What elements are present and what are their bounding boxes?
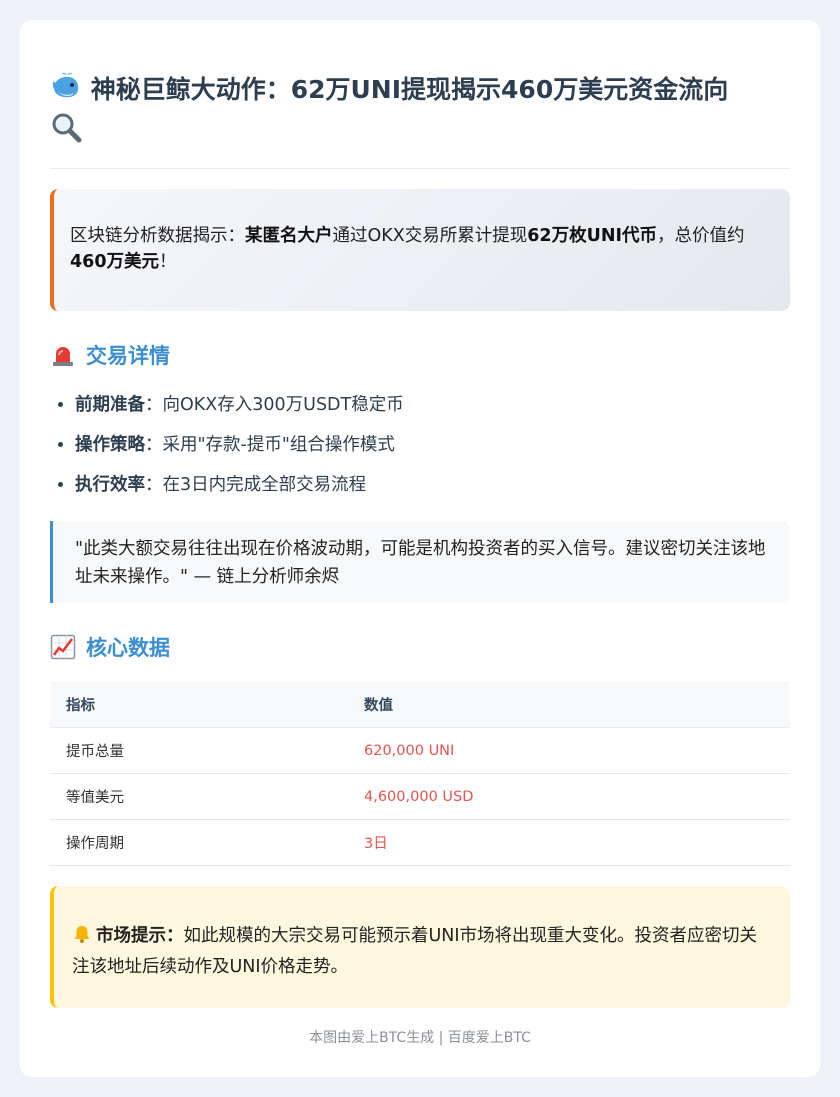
intro-actor: 某匿名大户	[245, 226, 333, 246]
intro-prefix: 区块链分析数据揭示：	[70, 226, 245, 246]
chart-increasing-icon	[50, 634, 76, 660]
title-text: 神秘巨鲸大动作：62万UNI提现揭示460万美元资金流向	[90, 75, 729, 104]
intro-mid2: ，总价值约	[656, 226, 745, 246]
table-row: 等值美元 4,600,000 USD	[50, 773, 790, 820]
value-cell: 4,600,000 USD	[348, 773, 790, 820]
magnifier-icon	[50, 111, 82, 152]
siren-icon	[50, 342, 76, 368]
list-item: 前期准备：向OKX存入300万USDT稳定币	[75, 385, 790, 425]
bell-icon	[72, 924, 92, 953]
analyst-quote: "此类大额交易往往出现在价格波动期，可能是机构投资者的买入信号。建议密切关注该地…	[50, 521, 790, 603]
column-header-metric: 指标	[50, 681, 348, 728]
article-card: 神秘巨鲸大动作：62万UNI提现揭示460万美元资金流向 区块链分析数据揭示：某…	[20, 20, 820, 1077]
data-heading: 核心数据	[50, 631, 790, 663]
metric-cell: 等值美元	[50, 773, 348, 820]
detail-label: 操作策略	[75, 435, 145, 455]
page-title: 神秘巨鲸大动作：62万UNI提现揭示460万美元资金流向	[50, 72, 790, 152]
detail-label: 执行效率	[75, 475, 145, 495]
alert-label: 市场提示：	[96, 926, 184, 946]
details-heading: 交易详情	[50, 339, 790, 371]
detail-text: 采用"存款-提币"组合操作模式	[162, 435, 395, 455]
detail-label: 前期准备	[75, 395, 145, 415]
title-divider	[50, 168, 790, 169]
intro-mid: 通过OKX交易所累计提现	[332, 226, 528, 246]
footer-credit: 本图由爱上BTC生成 | 百度爱上BTC	[309, 1030, 531, 1046]
intro-value: 460万美元	[70, 252, 160, 272]
market-alert: 市场提示：如此规模的大宗交易可能预示着UNI市场将出现重大变化。投资者应密切关注…	[50, 886, 790, 1008]
list-item: 执行效率：在3日内完成全部交易流程	[75, 465, 790, 505]
detail-sep: ：	[145, 395, 163, 415]
list-item: 操作策略：采用"存款-提币"组合操作模式	[75, 425, 790, 465]
detail-sep: ：	[145, 435, 163, 455]
detail-sep: ：	[145, 475, 163, 495]
intro-suffix: ！	[159, 252, 177, 272]
value-cell: 3日	[348, 819, 790, 866]
column-header-value: 数值	[348, 681, 790, 728]
metric-cell: 操作周期	[50, 819, 348, 866]
intro-callout: 区块链分析数据揭示：某匿名大户通过OKX交易所累计提现62万枚UNI代币，总价值…	[50, 189, 790, 311]
value-cell: 620,000 UNI	[348, 727, 790, 774]
details-heading-text: 交易详情	[86, 344, 170, 368]
detail-text: 在3日内完成全部交易流程	[162, 475, 367, 495]
table-header-row: 指标 数值	[50, 681, 790, 728]
core-data-table: 指标 数值 提币总量 620,000 UNI 等值美元 4,600,000 US…	[50, 681, 790, 866]
metric-cell: 提币总量	[50, 727, 348, 774]
details-list: 前期准备：向OKX存入300万USDT稳定币 操作策略：采用"存款-提币"组合操…	[50, 385, 790, 505]
detail-text: 向OKX存入300万USDT稳定币	[162, 395, 404, 415]
intro-amount: 62万枚UNI代币	[527, 226, 657, 246]
table-row: 提币总量 620,000 UNI	[50, 727, 790, 774]
data-heading-text: 核心数据	[86, 636, 170, 660]
table-row: 操作周期 3日	[50, 819, 790, 866]
whale-icon	[50, 72, 82, 111]
